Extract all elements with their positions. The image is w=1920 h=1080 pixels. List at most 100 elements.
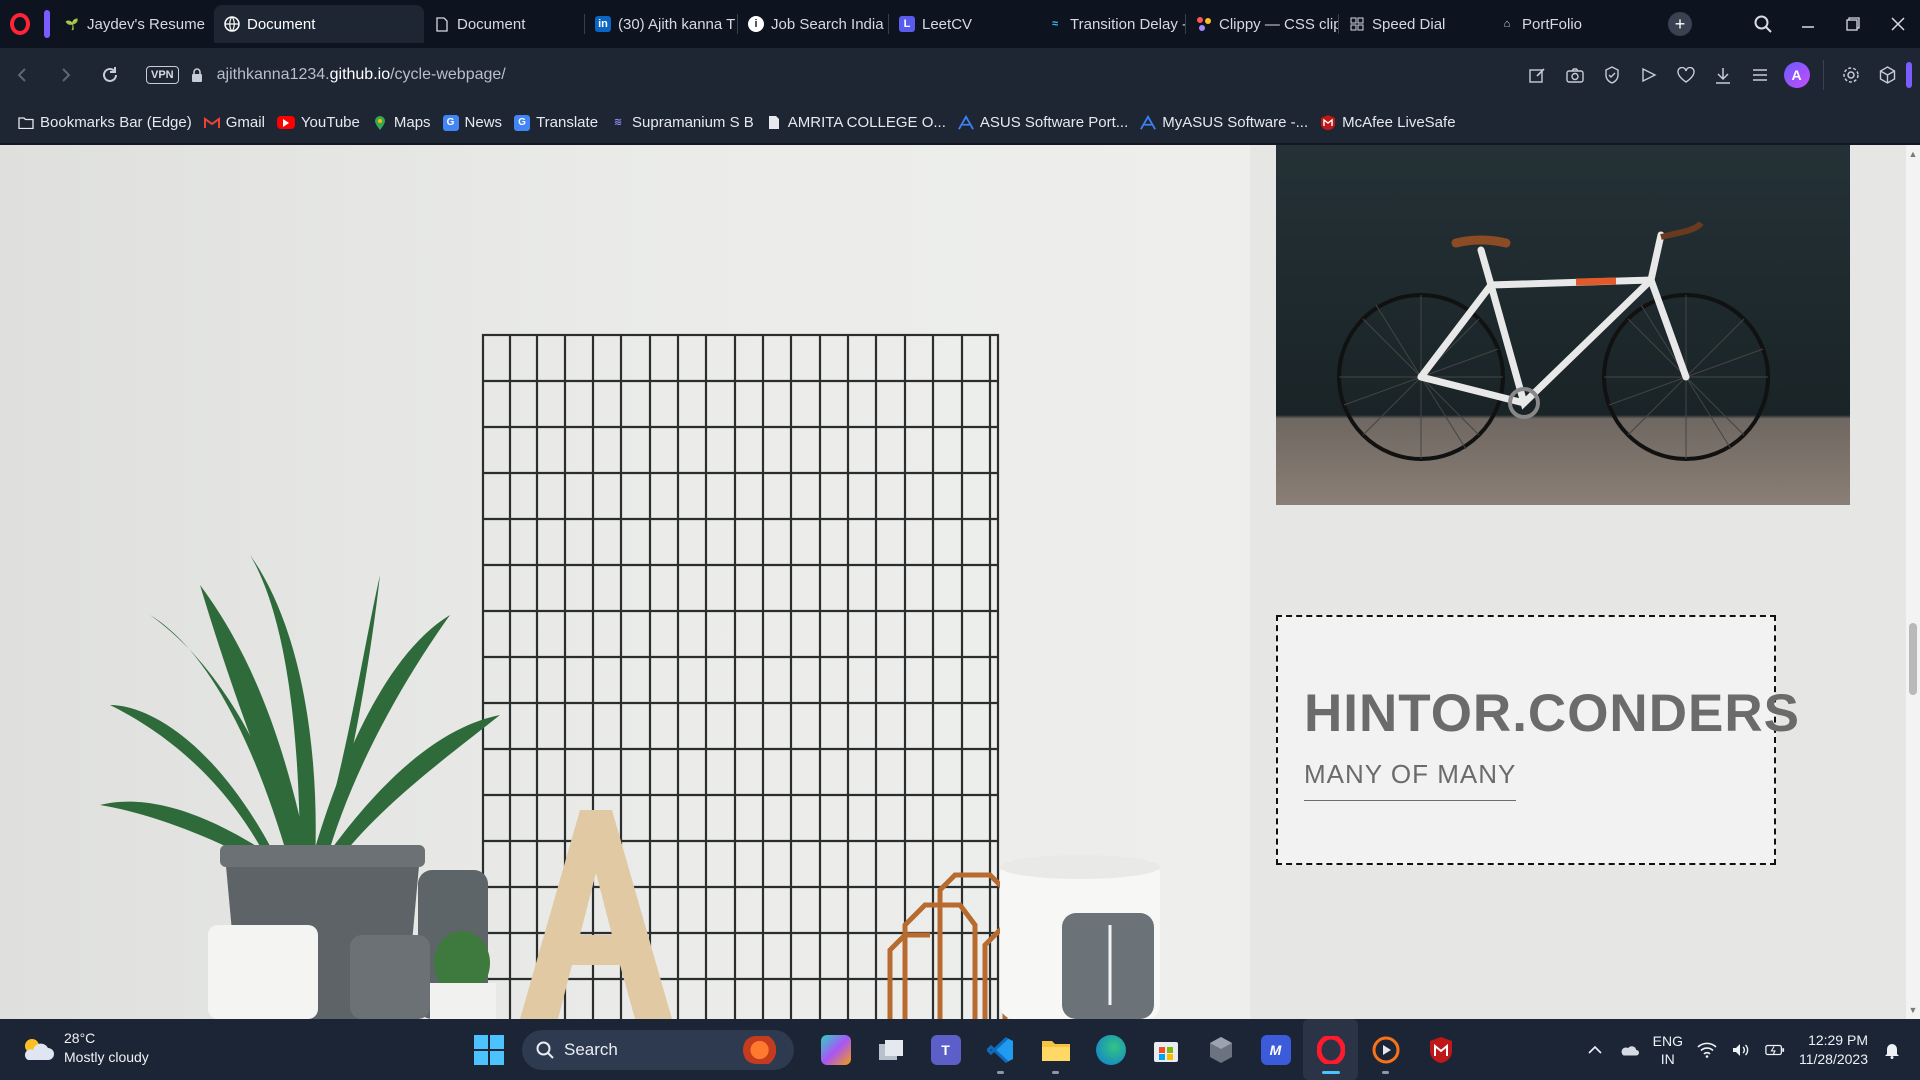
restore-icon[interactable]	[1830, 0, 1875, 48]
partly-cloudy-icon	[20, 1036, 54, 1060]
brand-title: HINTOR.CONDERS	[1304, 684, 1800, 743]
language-code: ENG	[1652, 1032, 1683, 1049]
new-tab-button[interactable]: +	[1668, 12, 1692, 36]
tab-title: LeetCV	[922, 15, 973, 33]
edit-icon[interactable]	[1519, 48, 1556, 102]
taskbar-file-explorer[interactable]	[1028, 1019, 1083, 1080]
bookmark-maps[interactable]: Maps	[372, 114, 431, 131]
wifi-icon[interactable]	[1697, 1040, 1717, 1060]
tab-transition-delay[interactable]: ≈ Transition Delay -	[1037, 5, 1185, 43]
folder-icon	[18, 115, 34, 131]
send-icon[interactable]	[1630, 48, 1667, 102]
store-icon	[1151, 1035, 1181, 1065]
windows-taskbar: 28°C Mostly cloudy Search T M ENG IN 12:…	[0, 1019, 1920, 1080]
tab-speed-dial[interactable]: Speed Dial	[1339, 5, 1489, 43]
back-button[interactable]	[0, 53, 44, 97]
clock[interactable]: 12:29 PM 11/28/2023	[1799, 1031, 1868, 1069]
scroll-down-icon[interactable]: ▼	[1908, 1005, 1918, 1015]
edge-icon	[1095, 1034, 1126, 1065]
bookmark-label: AMRITA COLLEGE O...	[787, 114, 946, 131]
volume-icon[interactable]	[1731, 1040, 1751, 1060]
taskbar-store[interactable]	[1138, 1019, 1193, 1080]
opera-logo-icon	[10, 13, 30, 35]
maps-icon	[372, 115, 388, 131]
taskbar-app-ms[interactable]: M	[1248, 1019, 1303, 1080]
bookmark-supramanium[interactable]: ≋ Supramanium S B	[610, 114, 754, 131]
taskbar-edge[interactable]	[1083, 1019, 1138, 1080]
sidebar-accent	[1906, 62, 1912, 88]
url-domain: github.io	[329, 66, 391, 83]
copilot-icon	[820, 1034, 851, 1065]
youtube-icon	[276, 116, 295, 129]
tab-group-indicator[interactable]	[44, 10, 50, 38]
url-field[interactable]: ajithkanna1234.github.io/cycle-webpage/	[217, 66, 506, 84]
easy-setup-icon[interactable]	[1741, 48, 1778, 102]
tab-search-icon[interactable]	[1740, 0, 1785, 48]
url-prefix: ajithkanna1234.	[216, 66, 330, 83]
tailwind-icon: ≈	[1051, 18, 1059, 30]
extensions-icon[interactable]	[1869, 48, 1906, 102]
battery-icon[interactable]	[1765, 1040, 1785, 1060]
bookmark-amrita[interactable]: AMRITA COLLEGE O...	[766, 114, 946, 131]
forward-button[interactable]	[44, 53, 88, 97]
settings-icon[interactable]	[1832, 48, 1869, 102]
reload-button[interactable]	[88, 53, 132, 97]
taskbar-teams[interactable]: T	[918, 1019, 973, 1080]
lock-icon[interactable]	[191, 68, 203, 82]
notification-bell-icon[interactable]	[1882, 1040, 1902, 1060]
linkedin-icon: in	[595, 16, 611, 32]
bookmark-edge-folder[interactable]: Bookmarks Bar (Edge)	[18, 114, 192, 131]
tab-document[interactable]: Document	[424, 5, 584, 43]
onedrive-icon[interactable]	[1619, 1040, 1639, 1060]
document-icon	[434, 16, 450, 32]
taskbar-opera[interactable]	[1303, 1019, 1358, 1080]
start-button[interactable]	[474, 1035, 504, 1065]
tab-leetcv[interactable]: L LeetCV	[889, 5, 1037, 43]
search-icon	[536, 1041, 554, 1059]
taskbar-task-view[interactable]	[863, 1019, 918, 1080]
aria-assistant-button[interactable]: A	[1778, 48, 1815, 102]
search-highlight-icon	[742, 1036, 786, 1064]
taskbar-copilot[interactable]	[808, 1019, 863, 1080]
bookmark-label: News	[464, 114, 503, 131]
tab-jaydevs-resume[interactable]: 🌱 Jaydev's Resume	[54, 5, 214, 43]
bookmark-youtube[interactable]: YouTube	[276, 114, 360, 131]
tab-clippy[interactable]: Clippy — CSS clip	[1186, 5, 1338, 43]
app-icon: M	[1260, 1034, 1291, 1065]
bookmark-translate[interactable]: G Translate	[514, 114, 598, 131]
tab-portfolio[interactable]: ⌂ PortFolio	[1489, 5, 1639, 43]
scroll-thumb[interactable]	[1909, 623, 1917, 695]
tab-document-active[interactable]: Document	[214, 5, 424, 43]
language-indicator[interactable]: ENG IN	[1653, 1032, 1683, 1068]
weather-widget[interactable]: 28°C Mostly cloudy	[20, 1029, 149, 1067]
taskbar-media-player[interactable]	[1358, 1019, 1413, 1080]
shield-icon[interactable]	[1593, 48, 1630, 102]
tab-linkedin[interactable]: in (30) Ajith kanna T	[585, 5, 737, 43]
bookmark-asus-portal[interactable]: ASUS Software Port...	[957, 114, 1128, 131]
download-icon[interactable]	[1704, 48, 1741, 102]
bookmarks-bar: Bookmarks Bar (Edge) Gmail YouTube Maps …	[0, 102, 1920, 144]
heart-icon[interactable]	[1667, 48, 1704, 102]
tab-job-search[interactable]: i Job Search India |	[738, 5, 888, 43]
media-player-icon	[1371, 1035, 1401, 1065]
url-path: /cycle-webpage/	[390, 66, 506, 83]
scroll-up-icon[interactable]: ▲	[1908, 149, 1918, 159]
opera-menu-button[interactable]	[0, 0, 40, 48]
bookmark-gmail[interactable]: Gmail	[203, 114, 265, 131]
taskbar-mcafee[interactable]	[1413, 1019, 1468, 1080]
link-icon: ≋	[613, 117, 623, 128]
chevron-up-icon[interactable]	[1585, 1040, 1605, 1060]
bookmark-label: McAfee LiveSafe	[1342, 114, 1456, 131]
opera-icon	[1316, 1035, 1346, 1065]
camera-icon[interactable]	[1556, 48, 1593, 102]
taskbar-search[interactable]: Search	[522, 1030, 794, 1070]
taskbar-vscode[interactable]	[973, 1019, 1028, 1080]
close-icon[interactable]	[1875, 0, 1920, 48]
taskbar-app-cube[interactable]	[1193, 1019, 1248, 1080]
page-scrollbar[interactable]: ▲ ▼	[1906, 145, 1920, 1019]
bookmark-mcafee[interactable]: McAfee LiveSafe	[1320, 114, 1456, 131]
bookmark-news[interactable]: G News	[442, 114, 503, 131]
minimize-icon[interactable]	[1785, 0, 1830, 48]
bookmark-myasus[interactable]: MyASUS Software -...	[1140, 114, 1308, 131]
vpn-badge[interactable]: VPN	[146, 66, 179, 84]
